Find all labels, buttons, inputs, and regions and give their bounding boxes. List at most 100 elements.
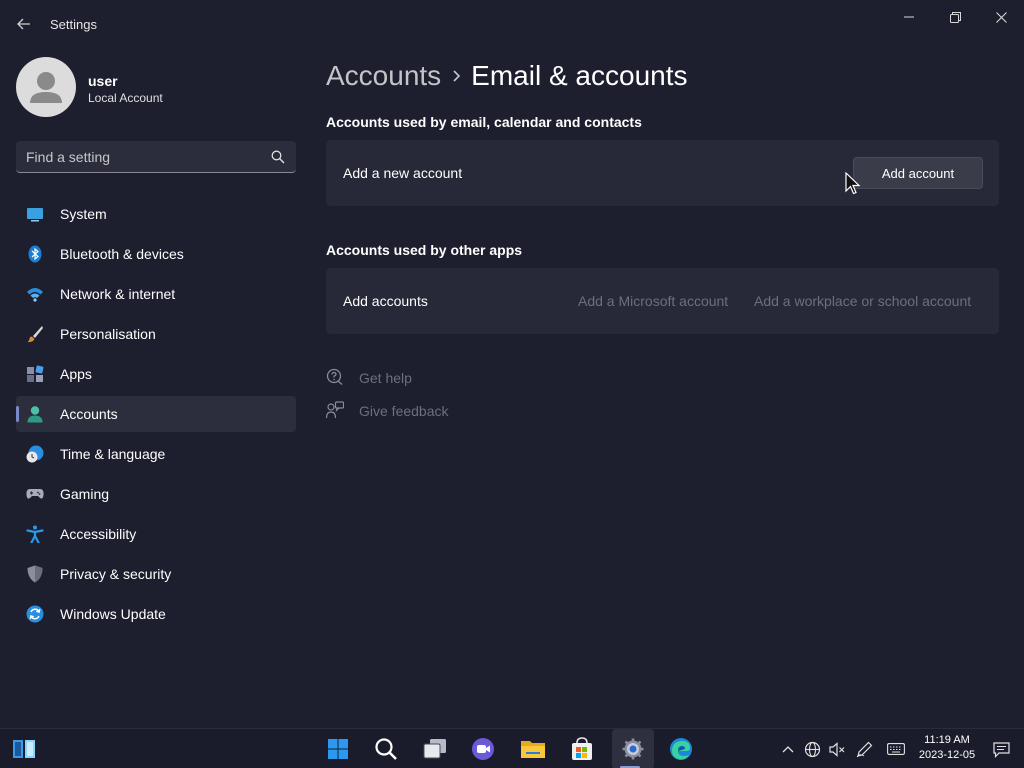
task-view-icon — [423, 739, 446, 759]
sidebar-item-gaming[interactable]: Gaming — [16, 476, 296, 512]
search-icon — [375, 738, 397, 760]
add-microsoft-account-link[interactable]: Add a Microsoft account — [578, 293, 728, 309]
brush-icon — [27, 326, 43, 343]
maximize-button[interactable] — [940, 6, 970, 28]
back-button[interactable] — [12, 12, 36, 36]
taskbar-settings-button[interactable] — [612, 729, 654, 768]
shield-icon — [27, 565, 43, 583]
sidebar-item-apps[interactable]: Apps — [16, 356, 296, 392]
store-icon — [572, 737, 592, 760]
page-title: Email & accounts — [471, 60, 688, 91]
show-hidden-icons-button[interactable] — [779, 740, 797, 758]
apps-icon — [27, 365, 44, 382]
monitor-icon — [27, 208, 43, 222]
section-title-other-apps: Accounts used by other apps — [326, 242, 523, 258]
pen-icon — [856, 741, 872, 757]
sidebar-item-label: Accounts — [60, 406, 118, 422]
add-accounts-card: Add accounts Add a Microsoft account Add… — [326, 268, 999, 334]
sidebar-item-label: Privacy & security — [60, 566, 172, 582]
sidebar-item-label: Gaming — [60, 486, 110, 502]
network-tray-button[interactable] — [803, 740, 821, 758]
search-icon — [271, 150, 285, 164]
sidebar-item-label: Personalisation — [60, 326, 156, 342]
get-help-label: Get help — [359, 370, 412, 386]
sidebar-item-bluetooth[interactable]: Bluetooth & devices — [16, 236, 296, 272]
sidebar-item-accessibility[interactable]: Accessibility — [16, 516, 296, 552]
breadcrumb-parent-link[interactable]: Accounts — [326, 60, 441, 92]
minimize-button[interactable] — [894, 6, 924, 28]
help-chat-icon — [326, 368, 343, 385]
sidebar-item-network[interactable]: Network & internet — [16, 276, 296, 312]
gamepad-icon — [26, 489, 44, 499]
notification-icon — [992, 741, 1010, 758]
volume-tray-button[interactable] — [828, 740, 846, 758]
breadcrumb: Accounts Email & accounts — [326, 58, 688, 94]
close-button[interactable] — [986, 6, 1016, 28]
taskbar: 11:19 AM 2023-12-05 — [0, 728, 1024, 768]
settings-window: Settings user Local Account System Bluet — [0, 0, 1024, 728]
sidebar-item-personalisation[interactable]: Personalisation — [16, 316, 296, 352]
avatar[interactable] — [16, 57, 76, 117]
update-icon — [26, 605, 44, 623]
add-account-button[interactable]: Add account — [853, 157, 983, 189]
taskbar-task-view-button[interactable] — [420, 734, 450, 764]
sidebar-item-label: Accessibility — [60, 526, 137, 542]
user-name: user — [88, 73, 118, 89]
sidebar-item-label: Windows Update — [60, 606, 166, 622]
taskbar-search-button[interactable] — [371, 734, 401, 764]
window-title: Settings — [50, 17, 97, 32]
breadcrumb-separator — [441, 69, 471, 83]
search-input[interactable] — [26, 148, 256, 166]
widgets-icon — [13, 740, 35, 758]
sidebar-item-accounts[interactable]: Accounts — [16, 396, 296, 432]
minimize-icon — [904, 16, 914, 18]
sidebar-item-windows-update[interactable]: Windows Update — [16, 596, 296, 632]
give-feedback-label: Give feedback — [359, 403, 449, 419]
taskbar-file-explorer-button[interactable] — [518, 734, 548, 764]
notifications-button[interactable] — [992, 740, 1010, 758]
sidebar-item-system[interactable]: System — [16, 196, 296, 232]
volume-muted-icon — [828, 741, 844, 757]
wifi-icon — [27, 288, 43, 302]
feedback-icon — [326, 401, 344, 419]
sidebar-item-label: Time & language — [60, 446, 166, 462]
mouse-cursor-icon — [845, 172, 861, 195]
back-arrow-icon — [17, 18, 30, 30]
file-explorer-icon — [521, 741, 545, 758]
globe-clock-icon — [26, 445, 44, 463]
taskbar-edge-button[interactable] — [666, 734, 696, 764]
sidebar-item-time-language[interactable]: Time & language — [16, 436, 296, 472]
get-help-link[interactable]: Get help — [326, 367, 456, 389]
chevron-right-icon — [453, 70, 461, 82]
chat-icon — [472, 738, 494, 760]
bluetooth-icon — [28, 245, 42, 263]
sidebar-item-label: Bluetooth & devices — [60, 246, 184, 262]
keyboard-icon — [887, 743, 905, 755]
title-bar: Settings — [0, 0, 1024, 48]
globe-icon — [804, 741, 820, 757]
add-workplace-account-link[interactable]: Add a workplace or school account — [754, 293, 971, 309]
restore-icon — [949, 11, 961, 23]
clock-time: 11:19 AM — [924, 734, 970, 746]
taskbar-start-button[interactable] — [323, 734, 353, 764]
taskbar-clock[interactable]: 11:19 AM 2023-12-05 — [914, 734, 980, 761]
search-box[interactable] — [16, 141, 296, 173]
person-icon — [27, 406, 43, 423]
touch-keyboard-button[interactable] — [887, 740, 905, 758]
accessibility-icon — [26, 525, 44, 543]
taskbar-widgets-button[interactable] — [9, 734, 39, 764]
taskbar-store-button[interactable] — [567, 734, 597, 764]
give-feedback-link[interactable]: Give feedback — [326, 400, 456, 422]
add-new-account-label: Add a new account — [343, 165, 463, 181]
sidebar-item-label: Network & internet — [60, 286, 176, 302]
taskbar-chat-button[interactable] — [468, 734, 498, 764]
add-new-account-card: Add a new account Add account — [326, 140, 999, 206]
sidebar-item-privacy[interactable]: Privacy & security — [16, 556, 296, 592]
clock-date: 2023-12-05 — [918, 749, 976, 761]
account-type: Local Account — [88, 91, 163, 105]
chevron-up-icon — [782, 746, 794, 753]
pen-tray-button[interactable] — [855, 740, 873, 758]
sidebar-item-label: Apps — [60, 366, 92, 382]
start-icon — [328, 739, 348, 759]
sidebar-item-label: System — [60, 206, 107, 222]
